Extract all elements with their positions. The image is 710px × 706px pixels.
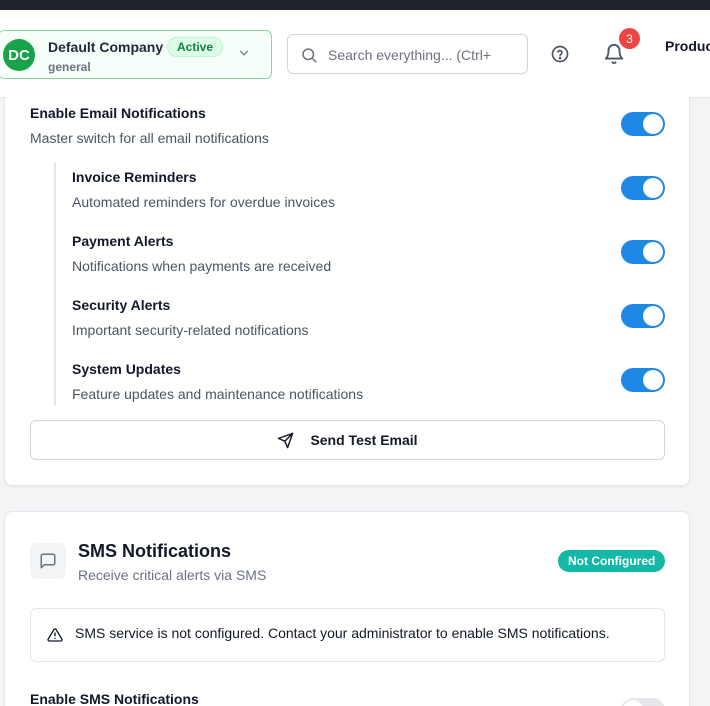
window-top-strip — [0, 0, 710, 10]
app-header: DC Default Company Active general 3 Prod… — [0, 10, 710, 98]
master-email-toggle[interactable] — [621, 112, 665, 136]
invoice-reminders-description: Automated reminders for overdue invoices — [72, 194, 336, 210]
master-email-description: Master switch for all email notification… — [30, 130, 269, 146]
help-icon[interactable] — [550, 44, 570, 64]
company-workspace: general — [48, 60, 91, 74]
sms-warning-text: SMS service is not configured. Contact y… — [75, 625, 610, 641]
product-menu[interactable]: Produc — [665, 38, 710, 54]
system-updates-title: System Updates — [72, 361, 181, 377]
master-email-title: Enable Email Notifications — [30, 105, 206, 121]
not-configured-badge: Not Configured — [558, 550, 666, 572]
sms-section-title: SMS Notifications — [78, 541, 232, 561]
sub-settings-divider — [54, 163, 56, 405]
send-test-email-label: Send Test Email — [310, 432, 418, 448]
security-alerts-title: Security Alerts — [72, 297, 171, 313]
search-box[interactable] — [287, 34, 528, 74]
company-avatar: DC — [3, 39, 35, 71]
sms-notifications-card: SMS Notifications Receive critical alert… — [4, 511, 690, 706]
company-name: Default Company — [48, 39, 164, 55]
send-icon — [278, 432, 294, 448]
email-notifications-card: Enable Email Notifications Master switch… — [4, 97, 690, 486]
security-alerts-description: Important security-related notifications — [72, 322, 309, 338]
enable-sms-title: Enable SMS Notifications — [30, 691, 199, 706]
system-updates-toggle[interactable] — [621, 368, 665, 392]
payment-alerts-toggle[interactable] — [621, 240, 665, 264]
warning-triangle-icon — [47, 628, 63, 642]
message-square-icon — [40, 553, 56, 569]
sms-warning-alert: SMS service is not configured. Contact y… — [30, 608, 665, 662]
security-alerts-toggle[interactable] — [621, 304, 665, 328]
search-input[interactable] — [328, 44, 523, 66]
notification-count-badge: 3 — [619, 28, 640, 49]
search-icon — [302, 48, 317, 63]
sms-icon-container — [30, 543, 66, 579]
chevron-down-icon[interactable] — [237, 46, 251, 60]
send-test-email-button[interactable]: Send Test Email — [30, 420, 665, 460]
payment-alerts-title: Payment Alerts — [72, 233, 174, 249]
invoice-reminders-toggle[interactable] — [621, 176, 665, 200]
enable-sms-toggle[interactable] — [621, 698, 665, 706]
invoice-reminders-title: Invoice Reminders — [72, 169, 197, 185]
sms-section-subtitle: Receive critical alerts via SMS — [78, 567, 267, 583]
status-badge: Active — [167, 37, 224, 57]
system-updates-description: Feature updates and maintenance notifica… — [72, 386, 364, 402]
company-switcher[interactable]: DC Default Company Active general — [0, 30, 272, 79]
payment-alerts-description: Notifications when payments are received — [72, 258, 332, 274]
